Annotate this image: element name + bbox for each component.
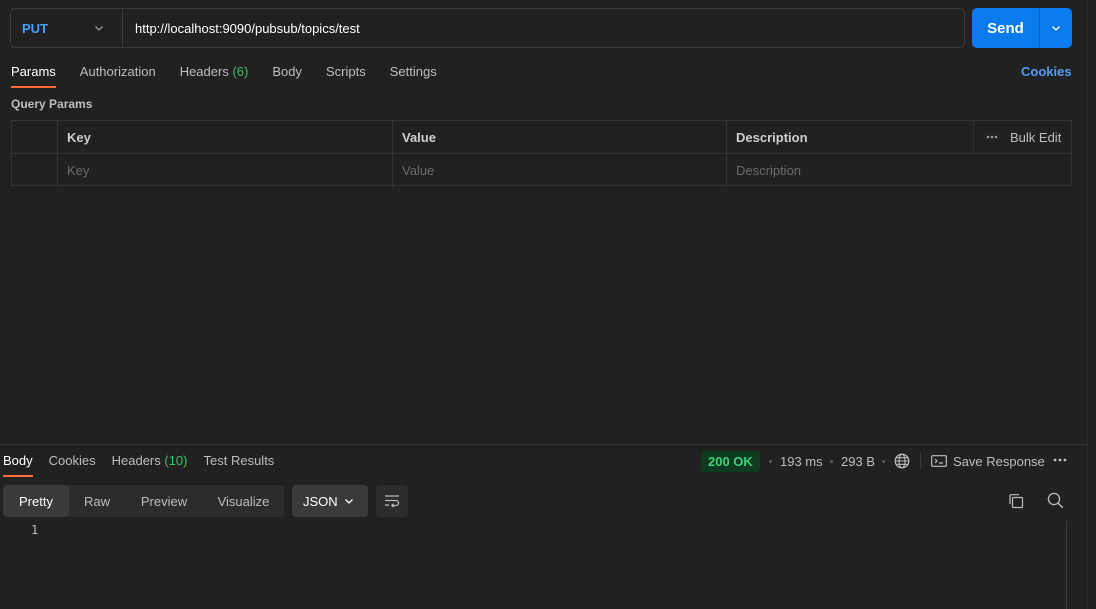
view-preview[interactable]: Preview xyxy=(125,485,203,517)
format-label: JSON xyxy=(303,493,338,509)
search-icon[interactable] xyxy=(1047,492,1064,509)
tab-response-body[interactable]: Body xyxy=(3,453,33,477)
copy-icon[interactable] xyxy=(1008,493,1024,509)
status-badge[interactable]: 200 OK xyxy=(701,451,760,472)
tab-params[interactable]: Params xyxy=(11,64,56,88)
query-params-title: Query Params xyxy=(11,97,93,111)
tab-authorization[interactable]: Authorization xyxy=(80,64,156,88)
more-horizontal-icon[interactable] xyxy=(986,135,998,139)
response-headers-count: (10) xyxy=(164,453,188,468)
format-select[interactable]: JSON xyxy=(292,485,368,517)
view-visualize[interactable]: Visualize xyxy=(203,485,284,517)
bulk-edit-label: Bulk Edit xyxy=(1010,129,1062,145)
column-header-description: Description xyxy=(726,121,973,153)
request-tabs: Params Authorization Headers (6) Body Sc… xyxy=(11,64,461,88)
key-input[interactable]: Key xyxy=(57,154,392,187)
tab-headers[interactable]: Headers (6) xyxy=(180,64,249,88)
chevron-down-icon xyxy=(1051,23,1061,33)
wrap-lines-icon xyxy=(384,494,400,508)
send-button[interactable]: Send xyxy=(972,8,1040,48)
url-bar: PUT http://localhost:9090/pubsub/topics/… xyxy=(10,8,965,48)
tab-scripts[interactable]: Scripts xyxy=(326,64,366,88)
query-params-table: Key Value Description Bulk Edit Key Valu… xyxy=(11,120,1072,187)
editor-scrollbar[interactable] xyxy=(1066,521,1080,609)
chevron-down-icon xyxy=(344,496,354,506)
tab-settings[interactable]: Settings xyxy=(390,64,437,88)
headers-count: (6) xyxy=(232,64,249,79)
column-header-key: Key xyxy=(57,121,392,153)
method-label: PUT xyxy=(22,20,48,36)
value-input[interactable]: Value xyxy=(392,154,726,187)
tab-test-results[interactable]: Test Results xyxy=(204,453,275,477)
save-response-button[interactable]: Save Response xyxy=(953,454,1045,469)
view-raw[interactable]: Raw xyxy=(69,485,125,517)
separator-dot xyxy=(830,460,833,463)
tab-response-headers[interactable]: Headers (10) xyxy=(112,453,188,477)
line-number: 1 xyxy=(31,523,39,537)
view-mode-group: Pretty Raw Preview Visualize xyxy=(3,485,284,517)
url-input[interactable]: http://localhost:9090/pubsub/topics/test xyxy=(123,21,360,36)
response-size[interactable]: 293 B xyxy=(841,454,875,469)
response-time[interactable]: 193 ms xyxy=(780,454,823,469)
table-header-row: Key Value Description Bulk Edit xyxy=(12,121,1071,154)
tab-response-cookies[interactable]: Cookies xyxy=(49,453,96,477)
globe-icon[interactable] xyxy=(894,453,910,469)
toolbar-separator xyxy=(920,452,921,470)
wrap-lines-button[interactable] xyxy=(376,485,408,517)
cookies-link[interactable]: Cookies xyxy=(1021,64,1072,79)
response-divider[interactable] xyxy=(0,444,1087,445)
bulk-edit-button[interactable]: Bulk Edit xyxy=(973,121,1071,153)
separator-dot xyxy=(882,460,885,463)
panel-edge xyxy=(1087,0,1088,609)
send-options-dropdown[interactable] xyxy=(1040,8,1072,48)
table-row: Key Value Description xyxy=(12,154,1071,187)
chevron-down-icon xyxy=(94,23,104,33)
send-button-group: Send xyxy=(972,8,1072,48)
method-select[interactable]: PUT xyxy=(11,9,123,47)
more-horizontal-icon[interactable] xyxy=(1053,458,1067,462)
separator-dot xyxy=(769,460,772,463)
column-header-value: Value xyxy=(392,121,726,153)
view-pretty[interactable]: Pretty xyxy=(3,485,69,517)
description-input[interactable]: Description xyxy=(726,154,1071,187)
tab-body[interactable]: Body xyxy=(272,64,302,88)
response-tabs: Body Cookies Headers (10) Test Results xyxy=(3,453,290,477)
save-icon[interactable] xyxy=(931,455,947,467)
